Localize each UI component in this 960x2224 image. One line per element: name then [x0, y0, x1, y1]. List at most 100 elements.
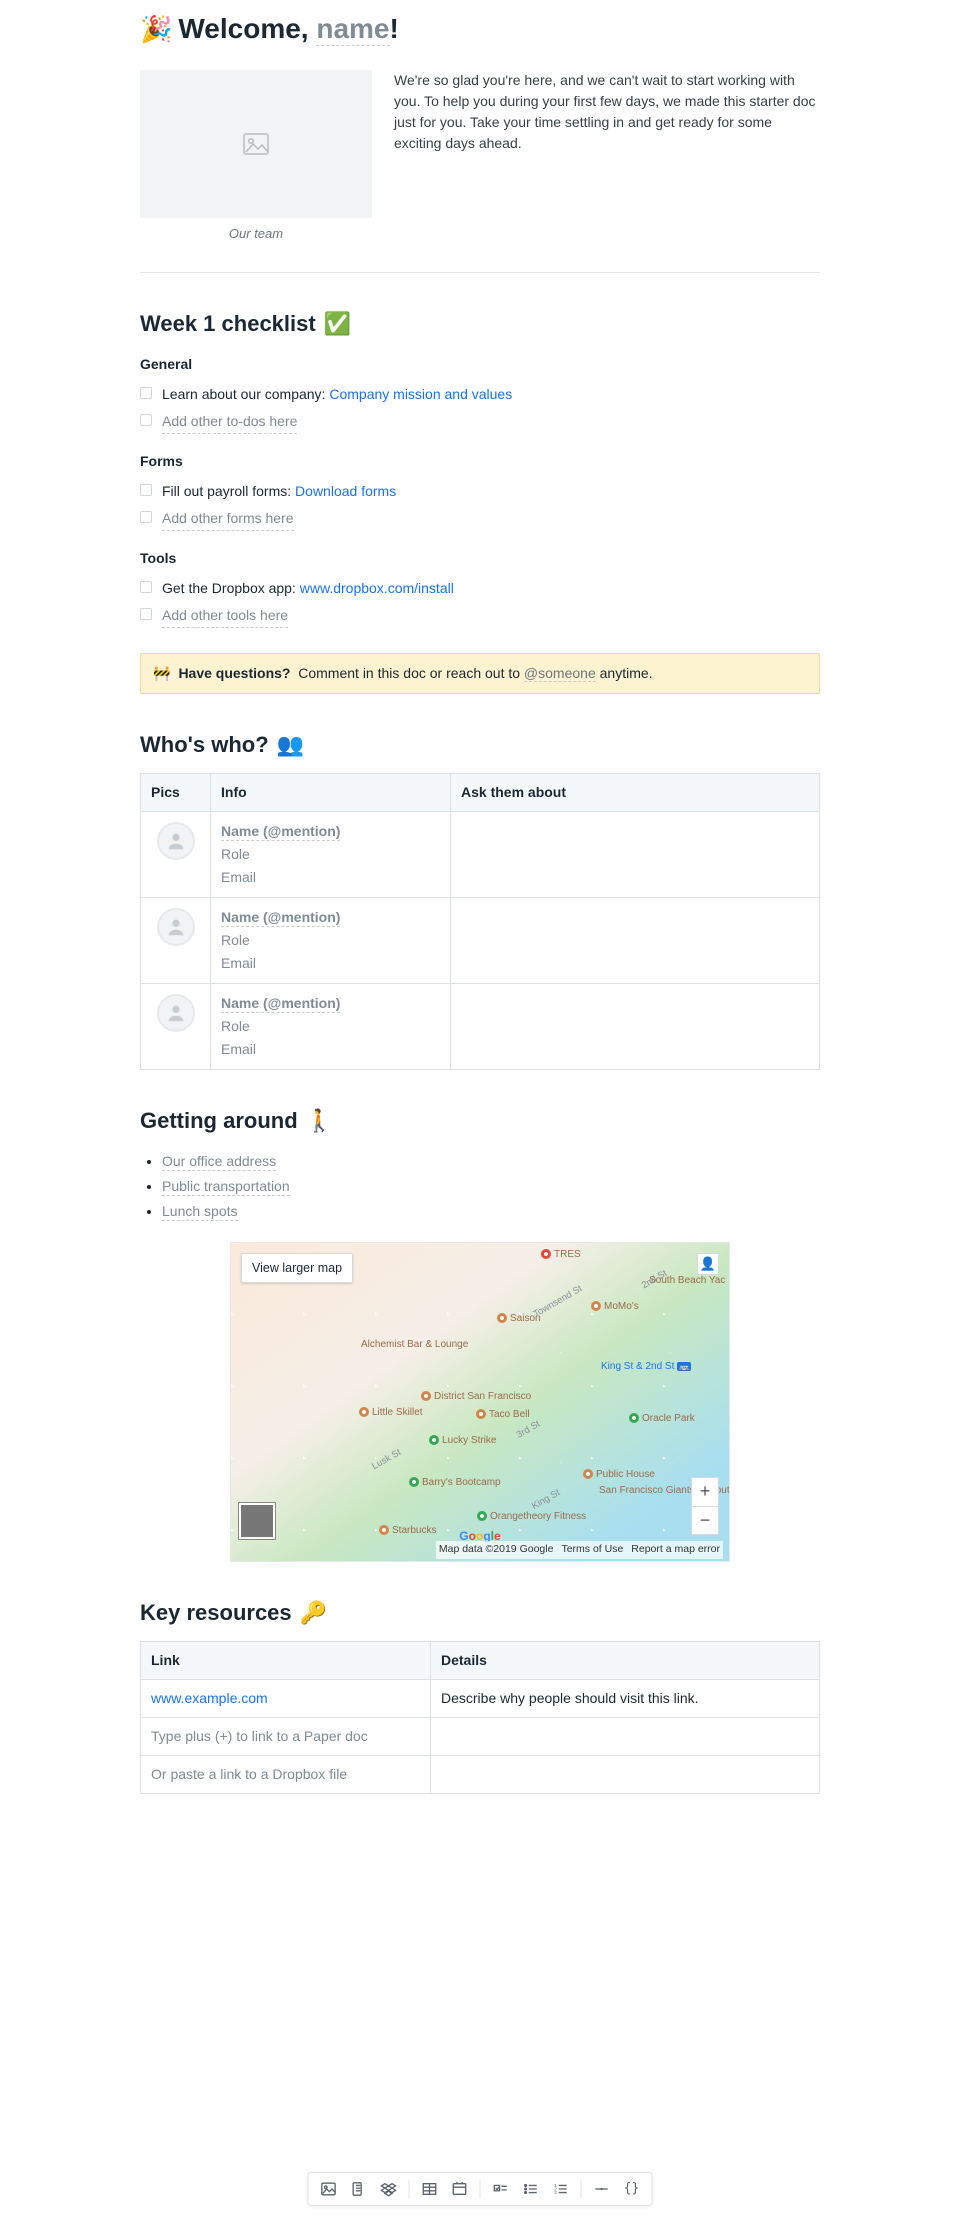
list-item[interactable]: Public transportation — [162, 1174, 820, 1199]
svg-text:3: 3 — [554, 2190, 557, 2195]
resource-details[interactable] — [431, 1755, 820, 1793]
person-name[interactable]: Name (@mention) — [221, 909, 340, 927]
title-suffix: ! — [390, 13, 399, 44]
map-poi[interactable]: Alchemist Bar & Lounge — [361, 1337, 468, 1352]
toolbar-numbered-list-button[interactable]: 123 — [547, 2177, 575, 2201]
toolbar-separator — [480, 2180, 481, 2198]
map-poi[interactable]: King St & 2nd St 🚌 — [601, 1359, 691, 1374]
image-icon — [243, 133, 269, 155]
person-email: Email — [221, 952, 440, 975]
toolbar-divider-button[interactable] — [588, 2177, 616, 2201]
title-prefix: Welcome, — [178, 13, 308, 44]
toolbar-dropbox-button[interactable] — [375, 2177, 403, 2201]
title-name-placeholder[interactable]: name — [316, 13, 389, 46]
resource-link-placeholder[interactable]: Or paste a link to a Dropbox file — [141, 1755, 431, 1793]
th-link: Link — [141, 1641, 431, 1679]
map-poi[interactable]: Little Skillet — [359, 1405, 423, 1420]
callout-text-2: anytime. — [600, 665, 653, 681]
view-larger-map-button[interactable]: View larger map — [241, 1253, 353, 1284]
avatar[interactable] — [157, 994, 195, 1032]
checklist-placeholder[interactable]: Add other to-dos here — [162, 411, 297, 434]
people-emoji: 👥 — [277, 728, 304, 761]
intro-paragraph[interactable]: We're so glad you're here, and we can't … — [394, 70, 820, 154]
ask-about-cell[interactable] — [451, 983, 820, 1069]
checkbox[interactable] — [140, 511, 152, 523]
insert-toolbar: 123 {} — [308, 2172, 653, 2206]
person-role: Role — [221, 1015, 440, 1038]
table-row[interactable]: Or paste a link to a Dropbox file — [141, 1755, 820, 1793]
resource-details[interactable]: Describe why people should visit this li… — [431, 1679, 820, 1717]
list-item[interactable]: Lunch spots — [162, 1199, 820, 1224]
callout-mention[interactable]: @someone — [524, 665, 596, 682]
checkbox[interactable] — [140, 387, 152, 399]
table-row[interactable]: Name (@mention) RoleEmail — [141, 983, 820, 1069]
ask-about-cell[interactable] — [451, 811, 820, 897]
questions-callout[interactable]: 🚧 Have questions? Comment in this doc or… — [140, 653, 820, 694]
map-poi[interactable]: TRES — [541, 1247, 581, 1262]
table-row[interactable]: Name (@mention) RoleEmail — [141, 897, 820, 983]
toolbar-calendar-button[interactable] — [446, 2177, 474, 2201]
resource-link-placeholder[interactable]: Type plus (+) to link to a Paper doc — [141, 1717, 431, 1755]
table-row[interactable]: Name (@mention)RoleEmail — [141, 811, 820, 897]
whos-who-table[interactable]: Pics Info Ask them about Name (@mention)… — [140, 773, 820, 1070]
checkbox[interactable] — [140, 414, 152, 426]
toolbar-separator — [409, 2180, 410, 2198]
checklist-item[interactable]: Fill out payroll forms: Download forms — [140, 478, 820, 505]
toolbar-table-button[interactable] — [416, 2177, 444, 2201]
table-row[interactable]: www.example.com Describe why people shoul… — [141, 1679, 820, 1717]
map-poi[interactable]: Public House — [583, 1467, 655, 1482]
checklist-link[interactable]: Company mission and values — [329, 386, 512, 402]
map-poi[interactable]: Oracle Park — [629, 1411, 695, 1426]
map-poi[interactable]: Orangetheory Fitness — [477, 1509, 586, 1524]
toolbar-image-button[interactable] — [315, 2177, 343, 2201]
person-role: Role — [221, 929, 440, 952]
avatar[interactable] — [157, 908, 195, 946]
team-image-placeholder[interactable] — [140, 70, 372, 218]
checklist-item[interactable]: Add other tools here — [140, 602, 820, 631]
checklist-item[interactable]: Learn about our company: Company mission… — [140, 381, 820, 408]
ask-about-cell[interactable] — [451, 897, 820, 983]
toolbar-paper-button[interactable] — [345, 2177, 373, 2201]
map-poi[interactable]: MoMo's — [591, 1299, 639, 1314]
toolbar-bullet-list-button[interactable] — [517, 2177, 545, 2201]
map-attribution: Map data ©2019 Google Terms of Use Repor… — [436, 1541, 723, 1559]
checklist-item[interactable]: Get the Dropbox app: www.dropbox.com/ins… — [140, 575, 820, 602]
map-report-link[interactable]: Report a map error — [631, 1542, 720, 1558]
map-satellite-thumb[interactable] — [239, 1503, 275, 1539]
map-embed[interactable]: TRESSouth Beach YacMoMo'sSaisonAlchemist… — [230, 1242, 730, 1562]
checklist-link[interactable]: www.dropbox.com/install — [300, 580, 454, 596]
map-signin-icon[interactable]: 👤 — [697, 1253, 719, 1275]
person-name[interactable]: Name (@mention) — [221, 823, 340, 841]
map-poi[interactable]: Starbucks — [379, 1523, 436, 1538]
checklist-link[interactable]: Download forms — [295, 483, 396, 499]
checkbox[interactable] — [140, 608, 152, 620]
whos-who-heading: Who's who? 👥 — [140, 728, 820, 761]
avatar[interactable] — [157, 822, 195, 860]
th-pics: Pics — [141, 773, 211, 811]
resource-details[interactable] — [431, 1717, 820, 1755]
checklist-placeholder[interactable]: Add other tools here — [162, 605, 288, 628]
th-ask: Ask them about — [451, 773, 820, 811]
zoom-out-button[interactable]: − — [692, 1506, 718, 1534]
callout-strong: Have questions? — [178, 665, 290, 681]
toolbar-code-button[interactable]: {} — [618, 2177, 646, 2201]
person-name[interactable]: Name (@mention) — [221, 995, 340, 1013]
resource-link[interactable]: www.example.com — [151, 1690, 268, 1706]
list-item[interactable]: Our office address — [162, 1149, 820, 1174]
checklist-heading: Week 1 checklist ✅ — [140, 307, 820, 340]
checklist-placeholder[interactable]: Add other forms here — [162, 508, 294, 531]
table-row[interactable]: Type plus (+) to link to a Paper doc — [141, 1717, 820, 1755]
map-poi[interactable]: Barry's Bootcamp — [409, 1475, 501, 1490]
zoom-in-button[interactable]: + — [692, 1478, 718, 1506]
checkbox[interactable] — [140, 581, 152, 593]
toolbar-checklist-button[interactable] — [487, 2177, 515, 2201]
person-email: Email — [221, 1038, 440, 1061]
checklist-item[interactable]: Add other forms here — [140, 505, 820, 534]
map-poi[interactable]: District San Francisco — [421, 1389, 531, 1404]
checklist-item[interactable]: Add other to-dos here — [140, 408, 820, 437]
resources-table[interactable]: Link Details www.example.comDescribe why… — [140, 1641, 820, 1794]
map-terms-link[interactable]: Terms of Use — [561, 1542, 623, 1558]
checkbox[interactable] — [140, 484, 152, 496]
map-poi[interactable]: Taco Bell — [476, 1407, 530, 1422]
map-poi[interactable]: Lucky Strike — [429, 1433, 496, 1448]
